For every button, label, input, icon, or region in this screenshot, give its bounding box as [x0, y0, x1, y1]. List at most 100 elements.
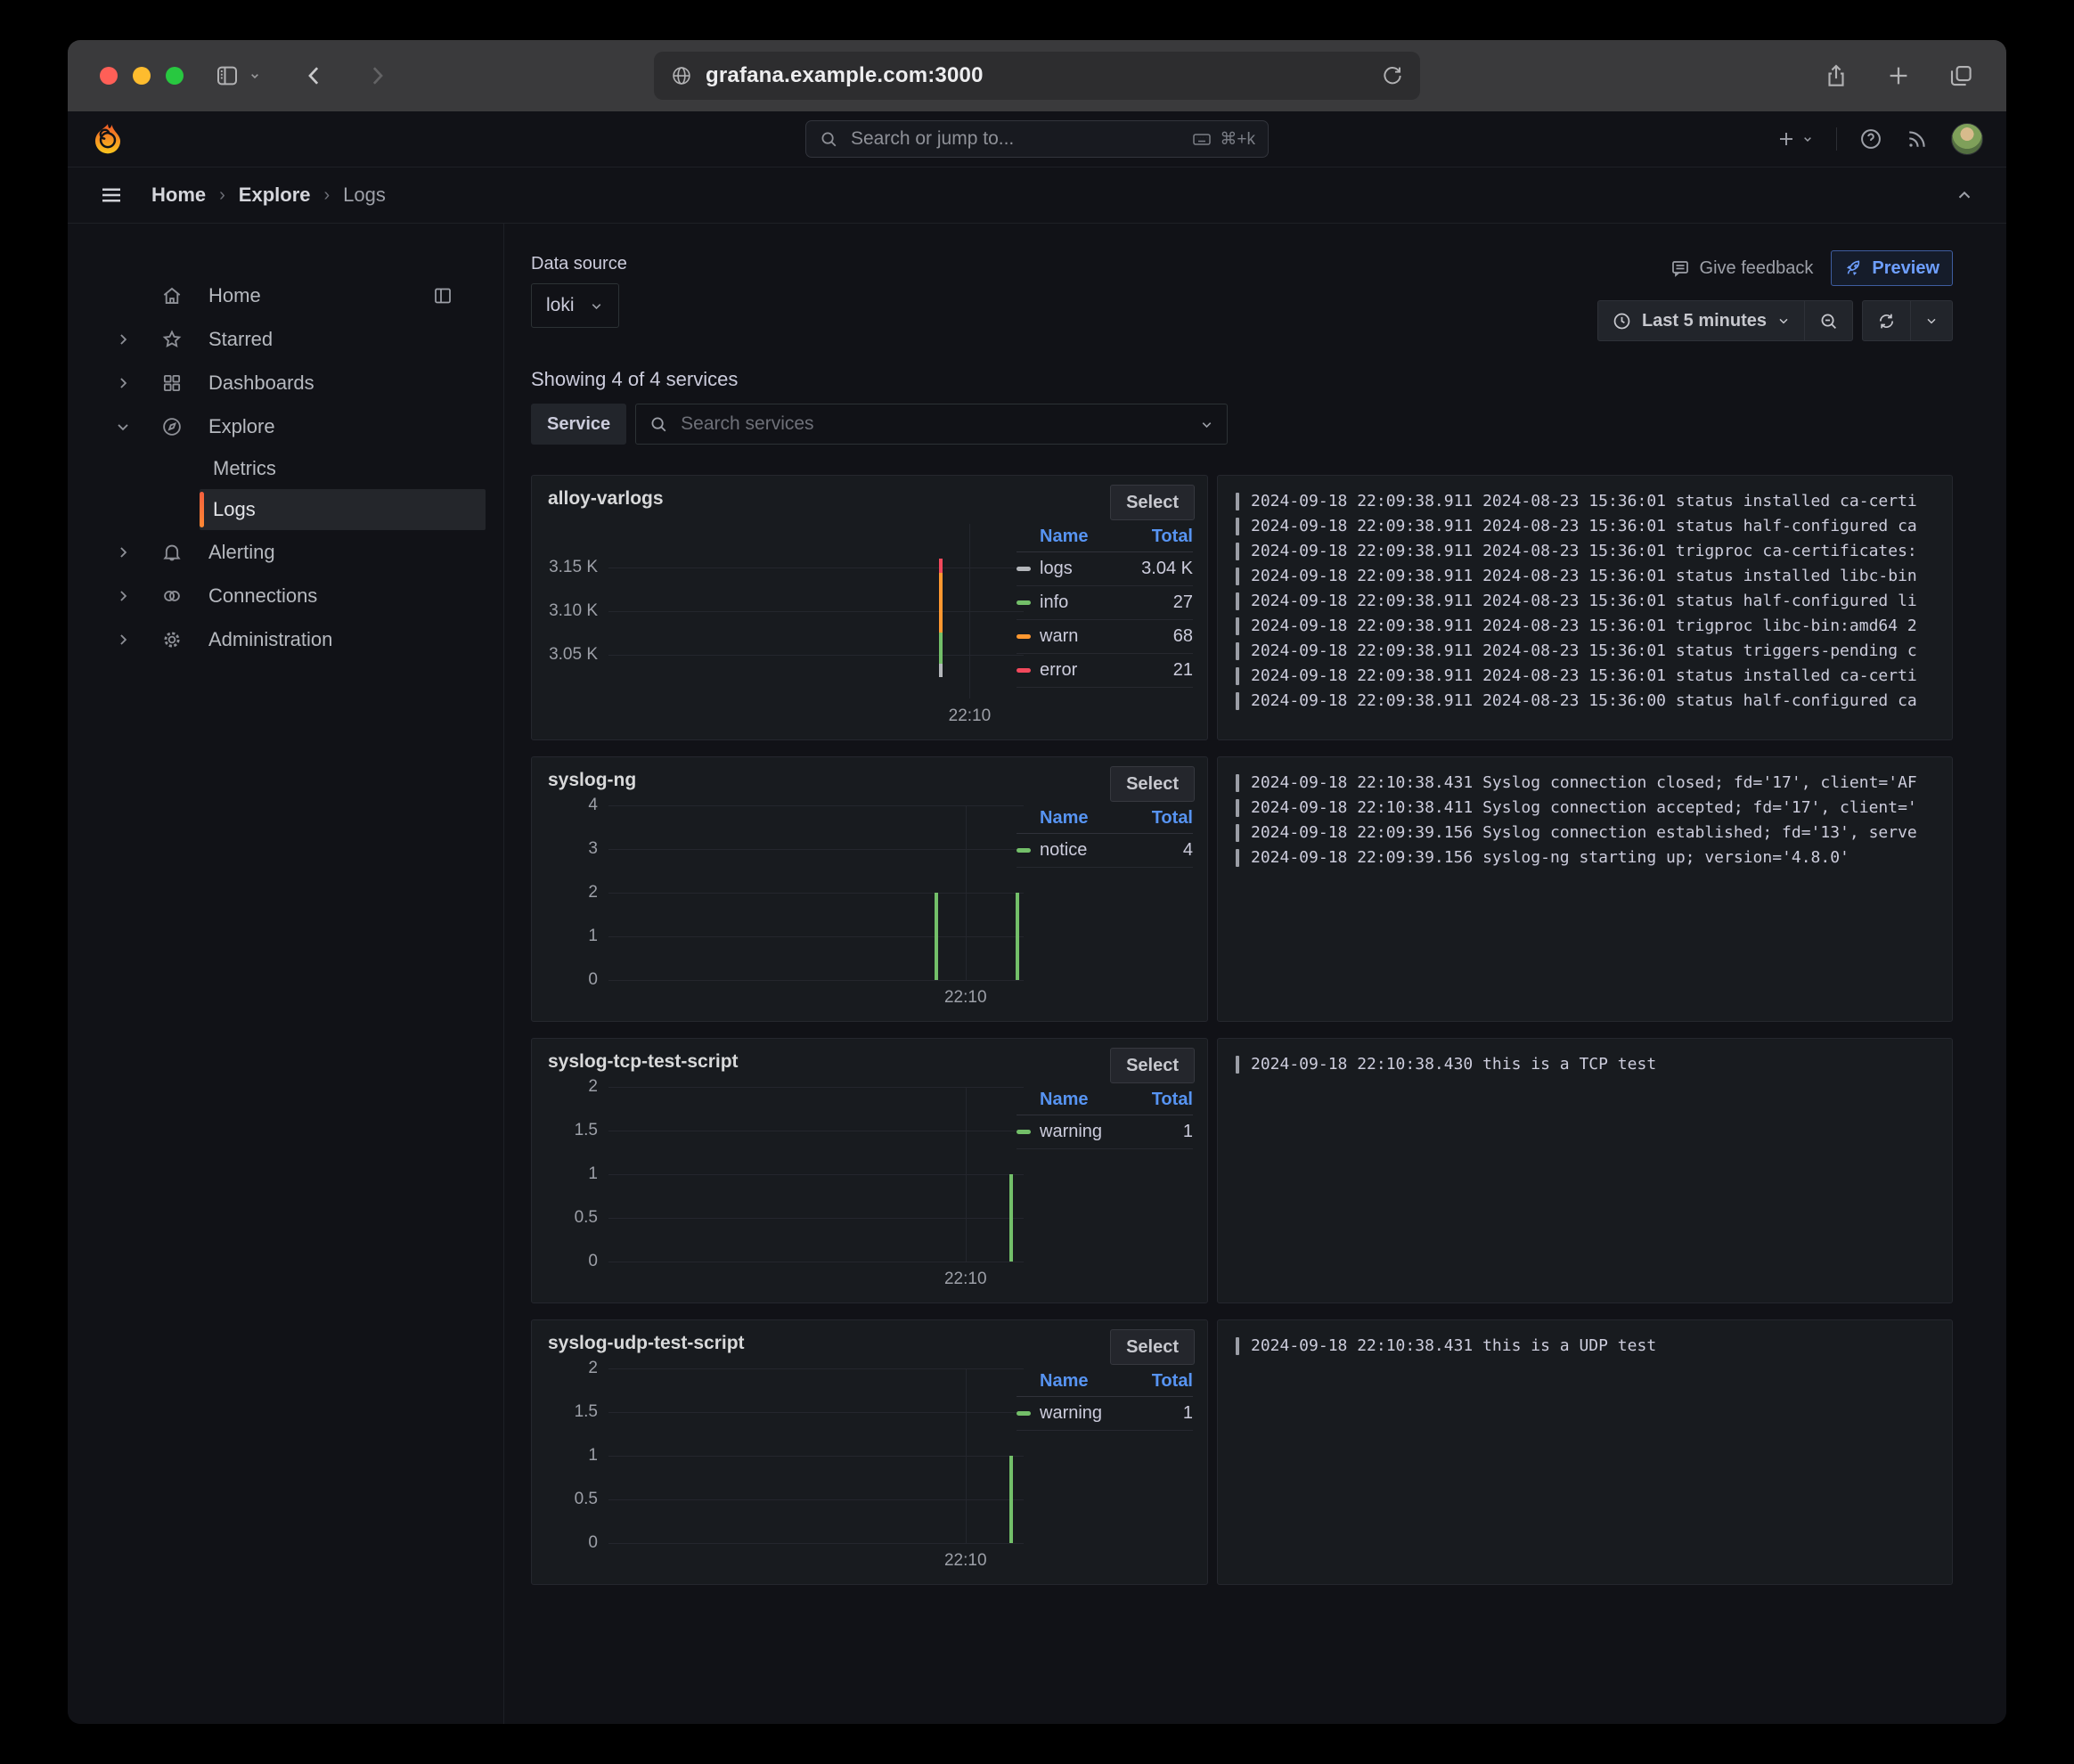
zoom-out-time-button[interactable] [1804, 301, 1852, 340]
service-name: alloy-varlogs [548, 485, 664, 510]
share-icon[interactable] [1823, 62, 1849, 89]
log-line[interactable]: 2024-09-18 22:10:38.431 Syslog connectio… [1236, 773, 1934, 792]
bar-segment [1009, 1174, 1013, 1262]
chevron-right-icon[interactable] [114, 587, 137, 605]
sidebar-item-dashboards[interactable]: Dashboards [68, 361, 503, 404]
sidebar-item-explore[interactable]: Explore [68, 404, 503, 448]
log-line[interactable]: 2024-09-18 22:09:38.911 2024-08-23 15:36… [1236, 641, 1934, 660]
mega-menu-toggle[interactable] [98, 182, 125, 208]
log-line[interactable]: 2024-09-18 22:09:38.911 2024-08-23 15:36… [1236, 492, 1934, 510]
log-line[interactable]: 2024-09-18 22:10:38.411 Syslog connectio… [1236, 798, 1934, 817]
minimize-button[interactable] [133, 67, 151, 85]
give-feedback-button[interactable]: Give feedback [1670, 257, 1814, 279]
chevron-down-icon[interactable] [1199, 417, 1214, 432]
breadcrumb-bar: Home › Explore › Logs [68, 167, 2006, 224]
new-tab-icon[interactable] [1885, 62, 1912, 89]
log-line[interactable]: 2024-09-18 22:09:38.911 2024-08-23 15:36… [1236, 691, 1934, 710]
legend-row[interactable]: warn68 [1017, 620, 1193, 654]
legend-total-header[interactable]: Total [1152, 1090, 1193, 1110]
log-line[interactable]: 2024-09-18 22:09:38.911 2024-08-23 15:36… [1236, 666, 1934, 685]
legend-row[interactable]: logs3.04 K [1017, 552, 1193, 586]
dock-menu-icon[interactable] [432, 285, 453, 306]
service-search-input[interactable] [679, 412, 1199, 436]
log-line[interactable]: 2024-09-18 22:10:38.431 this is a UDP te… [1236, 1336, 1934, 1355]
log-line[interactable]: 2024-09-18 22:10:38.430 this is a TCP te… [1236, 1055, 1934, 1074]
sidebar-item-logs[interactable]: Logs [200, 489, 486, 530]
select-button[interactable]: Select [1110, 485, 1195, 520]
legend-series-name: error [1040, 660, 1077, 681]
back-button[interactable] [301, 62, 328, 89]
legend-row[interactable]: warning1 [1017, 1397, 1193, 1431]
service-logs-card[interactable]: 2024-09-18 22:10:38.431 Syslog connectio… [1217, 756, 1953, 1022]
legend-total-header[interactable]: Total [1152, 1371, 1193, 1392]
grafana-logo[interactable] [91, 122, 125, 156]
sidebar-item-metrics[interactable]: Metrics [200, 448, 486, 489]
legend-name-header[interactable]: Name [1040, 808, 1088, 829]
legend-name-header[interactable]: Name [1040, 1371, 1088, 1392]
log-line[interactable]: 2024-09-18 22:09:39.156 Syslog connectio… [1236, 823, 1934, 842]
select-button[interactable]: Select [1110, 1329, 1195, 1365]
preview-badge[interactable]: Preview [1831, 250, 1953, 286]
help-icon[interactable] [1858, 127, 1883, 151]
legend-name-header[interactable]: Name [1040, 1090, 1088, 1110]
reload-icon[interactable] [1381, 64, 1404, 87]
log-line[interactable]: 2024-09-18 22:09:38.911 2024-08-23 15:36… [1236, 592, 1934, 610]
close-button[interactable] [100, 67, 118, 85]
refresh-button[interactable] [1863, 301, 1910, 340]
sidebar-item-starred[interactable]: Starred [68, 317, 503, 361]
grafana-topnav: ⌘+k [68, 111, 2006, 167]
log-line[interactable]: 2024-09-18 22:09:38.911 2024-08-23 15:36… [1236, 542, 1934, 560]
log-line[interactable]: 2024-09-18 22:09:38.911 2024-08-23 15:36… [1236, 567, 1934, 585]
browser-sidebar-icon[interactable] [214, 62, 241, 89]
chevron-right-icon[interactable] [114, 543, 137, 561]
select-button[interactable]: Select [1110, 766, 1195, 802]
chevron-right-icon[interactable] [114, 631, 137, 649]
sidebar-item-connections[interactable]: Connections [68, 574, 503, 617]
service-chart-card[interactable]: syslog-ng Select 43210 22:10 NameTotalno… [531, 756, 1208, 1022]
service-chart-card[interactable]: syslog-tcp-test-script Select 21.510.50 … [531, 1038, 1208, 1303]
sidebar-item-alerting[interactable]: Alerting [68, 530, 503, 574]
legend-row[interactable]: error21 [1017, 654, 1193, 688]
service-logs-card[interactable]: 2024-09-18 22:09:38.911 2024-08-23 15:36… [1217, 475, 1953, 740]
forward-button[interactable] [363, 62, 390, 89]
sidebar-item-administration[interactable]: Administration [68, 617, 503, 661]
legend-row[interactable]: info27 [1017, 586, 1193, 620]
global-search[interactable]: ⌘+k [805, 120, 1269, 158]
legend-row[interactable]: notice4 [1017, 834, 1193, 868]
legend-row[interactable]: warning1 [1017, 1115, 1193, 1149]
sidebar-chevron-icon[interactable] [248, 69, 262, 83]
legend-total-header[interactable]: Total [1152, 527, 1193, 547]
legend-total-header[interactable]: Total [1152, 808, 1193, 829]
refresh-interval-dropdown[interactable] [1910, 301, 1952, 340]
breadcrumb-explore[interactable]: Explore [239, 184, 311, 207]
service-search[interactable] [635, 404, 1228, 445]
news-icon[interactable] [1905, 127, 1930, 151]
chevron-right-icon[interactable] [114, 374, 137, 392]
chevron-down-icon[interactable] [114, 418, 137, 436]
log-line[interactable]: 2024-09-18 22:09:38.911 2024-08-23 15:36… [1236, 617, 1934, 635]
tab-overview-icon[interactable] [1947, 62, 1974, 89]
y-axis-tick: 1.5 [575, 1402, 598, 1422]
service-chart-card[interactable]: alloy-varlogs Select 3.15 K3.10 K3.05 K … [531, 475, 1208, 740]
breadcrumb-home[interactable]: Home [151, 184, 206, 207]
collapse-section-icon[interactable] [1955, 185, 1974, 205]
service-filter-label[interactable]: Service [531, 404, 626, 445]
chevron-down-icon [1776, 314, 1791, 328]
select-button[interactable]: Select [1110, 1048, 1195, 1083]
legend-name-header[interactable]: Name [1040, 527, 1088, 547]
new-menu-button[interactable] [1776, 128, 1815, 150]
chevron-right-icon[interactable] [114, 331, 137, 348]
sidebar-item-home[interactable]: Home [68, 274, 503, 317]
service-logs-card[interactable]: 2024-09-18 22:10:38.431 this is a UDP te… [1217, 1319, 1953, 1585]
datasource-picker[interactable]: loki [531, 283, 619, 328]
zoom-button[interactable] [166, 67, 184, 85]
y-axis-tick: 0 [588, 970, 598, 990]
service-logs-card[interactable]: 2024-09-18 22:10:38.430 this is a TCP te… [1217, 1038, 1953, 1303]
log-line[interactable]: 2024-09-18 22:09:38.911 2024-08-23 15:36… [1236, 517, 1934, 535]
address-bar[interactable]: grafana.example.com:3000 [654, 52, 1420, 100]
log-line[interactable]: 2024-09-18 22:09:39.156 syslog-ng starti… [1236, 848, 1934, 867]
avatar[interactable] [1951, 123, 1983, 155]
time-range-picker[interactable]: Last 5 minutes [1598, 301, 1804, 340]
global-search-input[interactable] [849, 127, 1191, 151]
service-chart-card[interactable]: syslog-udp-test-script Select 21.510.50 … [531, 1319, 1208, 1585]
